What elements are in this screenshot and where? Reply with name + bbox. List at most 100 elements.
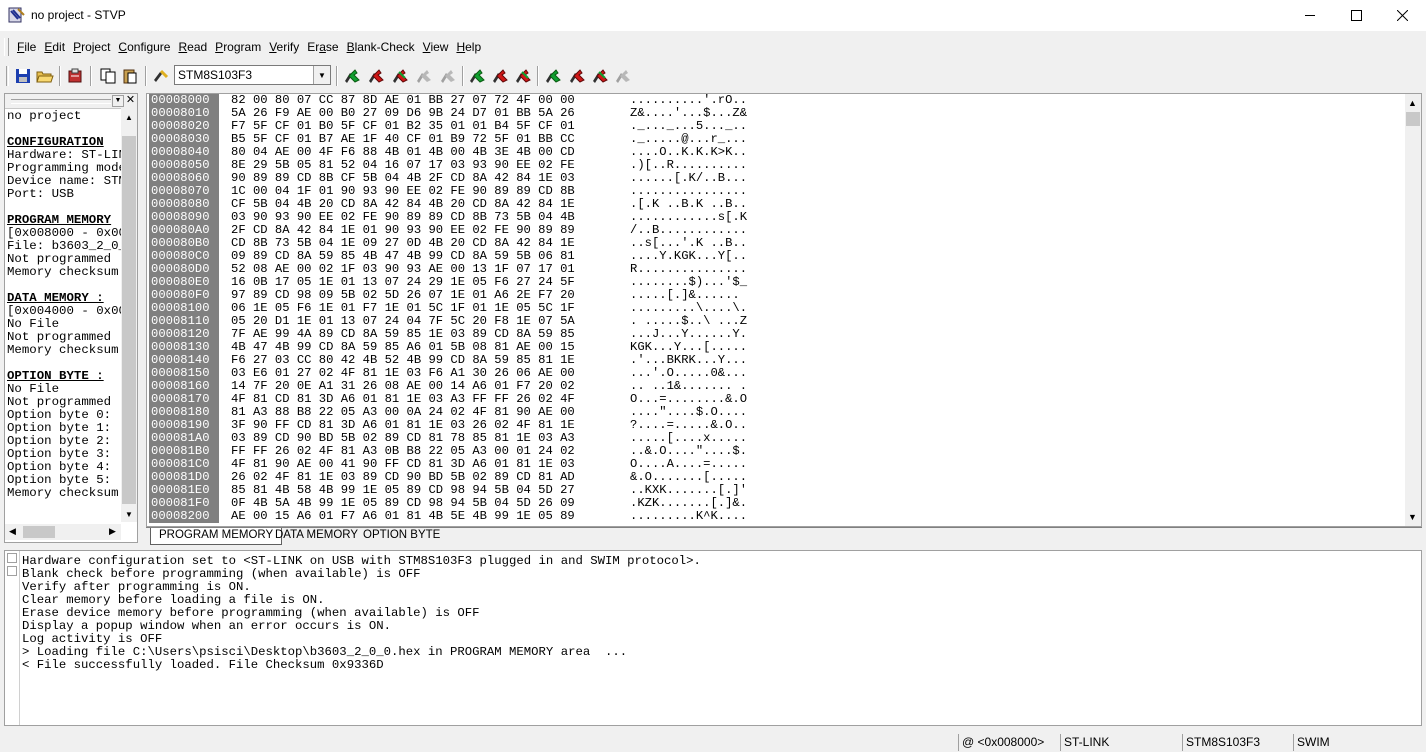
- menu-blank-check[interactable]: Blank-Check: [343, 40, 419, 54]
- panel-header: ▼ ✕: [5, 94, 137, 109]
- hex-rows: 00008000 82 00 80 07 CC 87 8D AE 01 BB 27…: [149, 94, 1405, 526]
- log-gutter-marker: [7, 566, 17, 576]
- menu-grip: [4, 38, 9, 56]
- menu-program[interactable]: Program: [211, 40, 265, 54]
- panel-dropdown-icon[interactable]: ▼: [112, 95, 124, 107]
- scroll-up-icon[interactable]: ▲: [125, 113, 133, 122]
- toolbar-separator: [462, 66, 464, 86]
- device-config-button[interactable]: [151, 66, 171, 86]
- panel-close-icon[interactable]: ✕: [125, 94, 136, 106]
- project-info-panel: ▼ ✕ no project CONFIGURATION Hardware: ST-…: [4, 93, 138, 543]
- panel-grip: [11, 99, 111, 104]
- scroll-up-icon[interactable]: ▲: [1408, 98, 1417, 108]
- hex-vertical-scrollbar[interactable]: ▲ ▼: [1405, 94, 1421, 526]
- erase-chip-gray-icon: [417, 70, 431, 83]
- program-current-tab-button[interactable]: [490, 66, 510, 86]
- info-line: Port: USB: [7, 187, 74, 201]
- toolbar-separator: [90, 66, 92, 86]
- maximize-icon: [1350, 10, 1362, 21]
- open-button[interactable]: [35, 66, 55, 86]
- left-panel-vertical-scrollbar[interactable]: ▲ ▼: [121, 108, 137, 522]
- copy-button[interactable]: [98, 66, 118, 86]
- log-output: Hardware configuration set to <ST-LINK o…: [4, 550, 1422, 726]
- program-all-button[interactable]: [366, 66, 386, 86]
- memory-tabs: PROGRAM MEMORY DATA MEMORY OPTION BYTE: [146, 527, 1422, 545]
- menu-view[interactable]: View: [419, 40, 453, 54]
- menu-file[interactable]: File: [13, 40, 40, 54]
- save-icon: [16, 69, 30, 83]
- toolbar-separator: [336, 66, 338, 86]
- toolbar-separator: [59, 66, 61, 86]
- toolbar: STM8S103F3 ▼: [0, 62, 1426, 90]
- window-title: no project - STVP: [31, 8, 126, 22]
- title-bar: no project - STVP: [0, 0, 1426, 31]
- verify-all-button[interactable]: [390, 66, 410, 86]
- maximize-button[interactable]: [1333, 0, 1379, 31]
- status-address: @ <0x008000>: [958, 734, 1058, 751]
- stvp-app-icon: [8, 6, 26, 24]
- tab-option-byte[interactable]: OPTION BYTE: [355, 528, 440, 544]
- paste-button[interactable]: [120, 66, 140, 86]
- verify-chip-icon: [393, 69, 408, 83]
- log-gutter-marker: [7, 553, 17, 563]
- scroll-right-icon[interactable]: ▶: [109, 526, 116, 537]
- menu-configure[interactable]: Configure: [114, 40, 174, 54]
- menu-bar: File Edit Project Configure Read Program…: [0, 34, 1426, 60]
- close-button[interactable]: [1379, 0, 1425, 31]
- scrollbar-thumb[interactable]: [122, 136, 136, 504]
- erase-button-disabled[interactable]: [414, 66, 434, 86]
- menu-read[interactable]: Read: [174, 40, 211, 54]
- tab-data-memory[interactable]: DATA MEMORY: [269, 528, 358, 544]
- project-info-text: no project CONFIGURATION Hardware: ST-LINK…: [7, 110, 121, 520]
- hex-row[interactable]: 00008200 AE 00 15 A6 01 F7 A6 01 81 4B 5E…: [149, 510, 1405, 523]
- read-all-tabs-button[interactable]: [543, 66, 563, 86]
- device-select-value: STM8S103F3: [178, 68, 253, 82]
- hex-editor[interactable]: 00008000 82 00 80 07 CC 87 8D AE 01 BB 27…: [146, 93, 1422, 527]
- tab-program-memory[interactable]: PROGRAM MEMORY: [150, 528, 283, 545]
- info-line: no project: [7, 110, 82, 123]
- erase-all-tabs-button-disabled[interactable]: [613, 66, 633, 86]
- scroll-left-icon[interactable]: ◀: [9, 526, 16, 537]
- read-current-tab-button[interactable]: [467, 66, 487, 86]
- blank-check-gray-icon: [441, 70, 455, 83]
- verify-current-tab-button[interactable]: [513, 66, 533, 86]
- paste-icon: [123, 69, 137, 84]
- menu-help[interactable]: Help: [452, 40, 485, 54]
- read-all-button[interactable]: [342, 66, 362, 86]
- menu-erase[interactable]: Erase: [303, 40, 342, 54]
- save-button[interactable]: [13, 66, 33, 86]
- chevron-down-icon: ▼: [313, 66, 330, 84]
- log-gutter: [5, 551, 20, 725]
- scrollbar-thumb[interactable]: [1406, 112, 1420, 126]
- hex-bytes[interactable]: AE 00 15 A6 01 F7 A6 01 81 4B 5E 4B 99 1…: [231, 510, 575, 523]
- menu-project[interactable]: Project: [69, 40, 114, 54]
- verify-chip-icon: [593, 69, 608, 83]
- info-line: Memory checksum: [7, 265, 119, 279]
- verify-all-tabs-button[interactable]: [590, 66, 610, 86]
- minimize-button[interactable]: [1287, 0, 1333, 31]
- read-chip-green-icon: [546, 69, 561, 83]
- left-panel-horizontal-scrollbar[interactable]: ◀ ▶: [5, 524, 121, 540]
- hex-address: 00008200: [149, 510, 219, 523]
- menu-verify[interactable]: Verify: [265, 40, 303, 54]
- info-line: Memory checksum: [7, 343, 119, 357]
- menu-edit[interactable]: Edit: [40, 40, 69, 54]
- program-chip-red-icon: [570, 69, 585, 83]
- verify-chip-icon: [516, 69, 531, 83]
- status-protocol: SWIM: [1293, 734, 1426, 751]
- scroll-down-icon[interactable]: ▼: [125, 510, 133, 519]
- status-device: STM8S103F3: [1182, 734, 1292, 751]
- scrollbar-thumb[interactable]: [23, 526, 55, 538]
- log-line: < File successfully loaded. File Checksu…: [22, 658, 384, 672]
- open-folder-icon: [36, 71, 54, 83]
- device-select[interactable]: STM8S103F3 ▼: [174, 65, 331, 85]
- log-lines: Hardware configuration set to <ST-LINK o…: [22, 555, 701, 672]
- blank-check-button-disabled[interactable]: [438, 66, 458, 86]
- scroll-down-icon[interactable]: ▼: [1408, 512, 1417, 522]
- program-all-tabs-button[interactable]: [567, 66, 587, 86]
- program-chip-red-icon: [493, 69, 508, 83]
- program-chip-red-icon: [369, 69, 384, 83]
- project-button[interactable]: [66, 66, 86, 86]
- read-chip-green-icon: [470, 69, 485, 83]
- chip-config-icon: [154, 69, 169, 82]
